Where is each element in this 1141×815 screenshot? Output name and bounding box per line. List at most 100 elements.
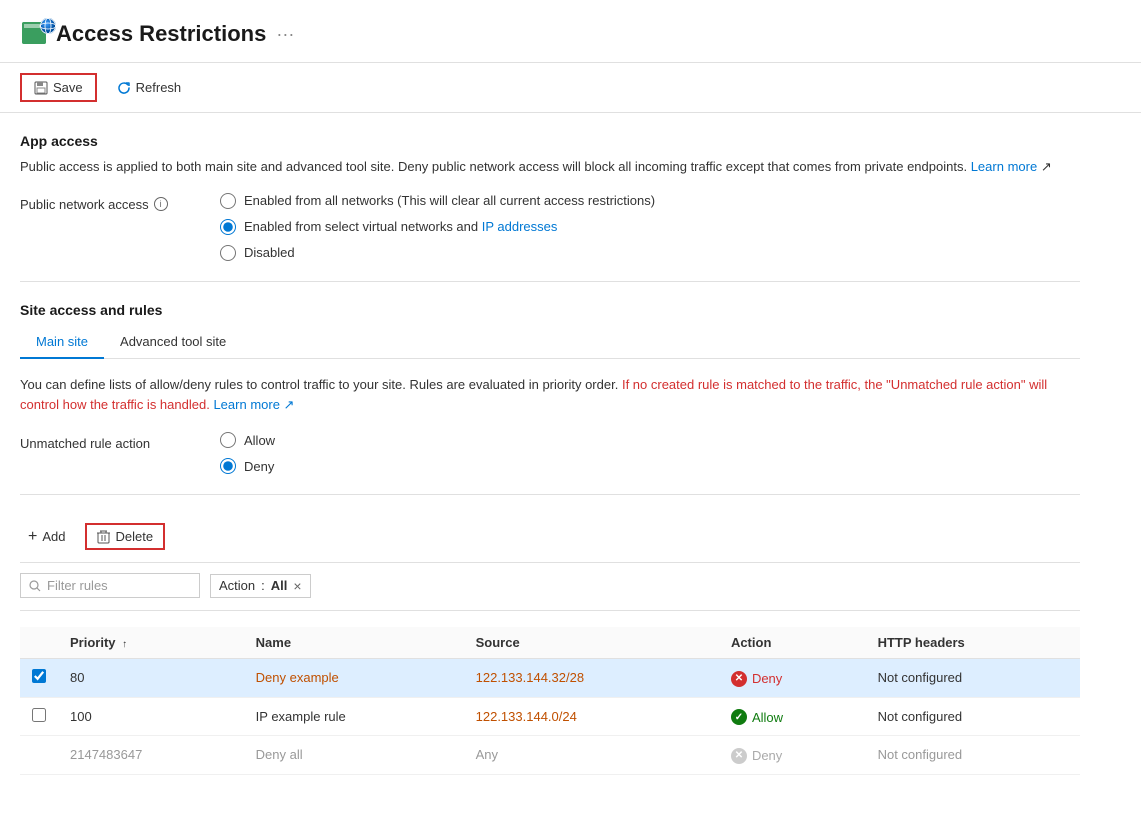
row-priority: 100 [58, 697, 244, 736]
row-http-headers: Not configured [866, 736, 1080, 775]
search-icon [29, 580, 41, 592]
app-access-info-text: Public access is applied to both main si… [20, 159, 967, 174]
more-options-icon[interactable]: ··· [276, 24, 294, 45]
unmatched-deny-input[interactable] [220, 458, 236, 474]
rule-desc-before: You can define lists of allow/deny rules… [20, 377, 618, 392]
row-priority: 80 [58, 659, 244, 698]
tab-main-site[interactable]: Main site [20, 326, 104, 359]
radio-select-networks[interactable]: Enabled from select virtual networks and… [220, 219, 655, 235]
row-checkbox-0[interactable] [32, 669, 46, 683]
rules-table: Priority ↑ Name Source Action HTTP heade… [20, 627, 1080, 775]
row-name: IP example rule [244, 697, 464, 736]
filter-input-wrap[interactable] [20, 573, 200, 598]
col-http-headers[interactable]: HTTP headers [866, 627, 1080, 659]
table-head: Priority ↑ Name Source Action HTTP heade… [20, 627, 1080, 659]
unmatched-allow-option[interactable]: Allow [220, 432, 275, 448]
priority-sort-icon: ↑ [122, 639, 127, 650]
row-source[interactable]: 122.133.144.32/28 [464, 659, 719, 698]
page-header: Access Restrictions ··· [0, 0, 1141, 63]
filter-close-icon[interactable]: × [293, 578, 301, 594]
add-label: Add [42, 529, 65, 544]
site-access-section: Site access and rules Main site Advanced… [20, 302, 1080, 475]
divider-2 [20, 494, 1080, 495]
app-access-title: App access [20, 133, 1080, 149]
rules-learn-more[interactable]: Learn more ↗ [213, 397, 294, 412]
table-row[interactable]: 2147483647Deny allAny✕DenyNot configured [20, 736, 1080, 775]
app-access-section: App access Public access is applied to b… [20, 133, 1080, 261]
row-name: Deny all [244, 736, 464, 775]
unmatched-radio-group: Allow Deny [220, 432, 275, 474]
radio-disabled-input[interactable] [220, 245, 236, 261]
row-action: ✕Deny [719, 736, 866, 775]
external-link-icon: ↗ [1041, 159, 1052, 174]
unmatched-rule-label: Unmatched rule action [20, 432, 220, 451]
row-checkbox-cell [20, 659, 58, 698]
row-name[interactable]: Deny example [244, 659, 464, 698]
row-checkbox-cell [20, 736, 58, 775]
unmatched-allow-input[interactable] [220, 432, 236, 448]
row-checkbox-1[interactable] [32, 708, 46, 722]
divider-1 [20, 281, 1080, 282]
main-content: App access Public access is applied to b… [0, 113, 1100, 795]
action-bar: + Add Delete [20, 515, 1080, 558]
app-access-info: Public access is applied to both main si… [20, 157, 1080, 177]
refresh-icon [117, 81, 131, 95]
row-action-text: Allow [752, 710, 783, 725]
row-name-link[interactable]: Deny example [256, 670, 339, 685]
add-button[interactable]: + Add [20, 524, 73, 550]
add-plus-icon: + [28, 528, 37, 546]
filter-tag-label: Action [219, 578, 255, 593]
save-button[interactable]: Save [20, 73, 97, 102]
row-priority: 2147483647 [58, 736, 244, 775]
delete-icon [97, 530, 110, 544]
row-source: Any [464, 736, 719, 775]
filter-tag-separator: : [261, 578, 265, 593]
col-priority[interactable]: Priority ↑ [58, 627, 244, 659]
radio-select-networks-input[interactable] [220, 219, 236, 235]
divider-3 [20, 562, 1080, 563]
radio-disabled-label: Disabled [244, 245, 295, 260]
row-action: ✕Deny [719, 659, 866, 698]
public-network-access-field: Public network access i Enabled from all… [20, 193, 1080, 261]
site-tabs: Main site Advanced tool site [20, 326, 1080, 359]
row-checkbox-cell [20, 697, 58, 736]
ip-addresses-link[interactable]: IP addresses [482, 219, 558, 234]
row-source[interactable]: 122.133.144.0/24 [464, 697, 719, 736]
tab-advanced-tool-site[interactable]: Advanced tool site [104, 326, 242, 359]
app-icon [20, 16, 56, 52]
radio-disabled[interactable]: Disabled [220, 245, 655, 261]
filter-rules-input[interactable] [47, 578, 187, 593]
delete-label: Delete [115, 529, 153, 544]
table-row[interactable]: 100IP example rule122.133.144.0/24✓Allow… [20, 697, 1080, 736]
col-source[interactable]: Source [464, 627, 719, 659]
filter-bar: Action : All × [20, 573, 1080, 611]
radio-all-networks-label: Enabled from all networks (This will cle… [244, 193, 655, 208]
rules-table-wrap: Priority ↑ Name Source Action HTTP heade… [20, 627, 1080, 775]
filter-tag-value: All [271, 578, 288, 593]
row-http-headers: Not configured [866, 659, 1080, 698]
radio-select-networks-label: Enabled from select virtual networks and… [244, 219, 557, 234]
col-checkbox [20, 627, 58, 659]
unmatched-rule-section: Unmatched rule action Allow Deny [20, 432, 1080, 474]
public-network-info-icon[interactable]: i [154, 197, 168, 211]
radio-all-networks[interactable]: Enabled from all networks (This will cle… [220, 193, 655, 209]
row-http-headers: Not configured [866, 697, 1080, 736]
site-access-title: Site access and rules [20, 302, 1080, 318]
row-action-text: Deny [752, 671, 782, 686]
page-title: Access Restrictions [56, 21, 266, 47]
radio-all-networks-input[interactable] [220, 193, 236, 209]
filter-action-tag: Action : All × [210, 574, 311, 598]
col-name[interactable]: Name [244, 627, 464, 659]
table-row[interactable]: 80 Deny example 122.133.144.32/28 ✕DenyNot … [20, 659, 1080, 698]
row-source-link[interactable]: 122.133.144.32/28 [476, 670, 584, 685]
table-body: 80 Deny example 122.133.144.32/28 ✕DenyNot … [20, 659, 1080, 775]
public-network-label: Public network access i [20, 193, 220, 212]
public-network-radio-group: Enabled from all networks (This will cle… [220, 193, 655, 261]
refresh-button[interactable]: Refresh [105, 75, 194, 100]
row-action-text: Deny [752, 748, 782, 763]
col-action[interactable]: Action [719, 627, 866, 659]
app-access-learn-more[interactable]: Learn more [971, 159, 1037, 174]
delete-button[interactable]: Delete [85, 523, 165, 550]
row-source-link[interactable]: 122.133.144.0/24 [476, 709, 577, 724]
unmatched-deny-option[interactable]: Deny [220, 458, 275, 474]
